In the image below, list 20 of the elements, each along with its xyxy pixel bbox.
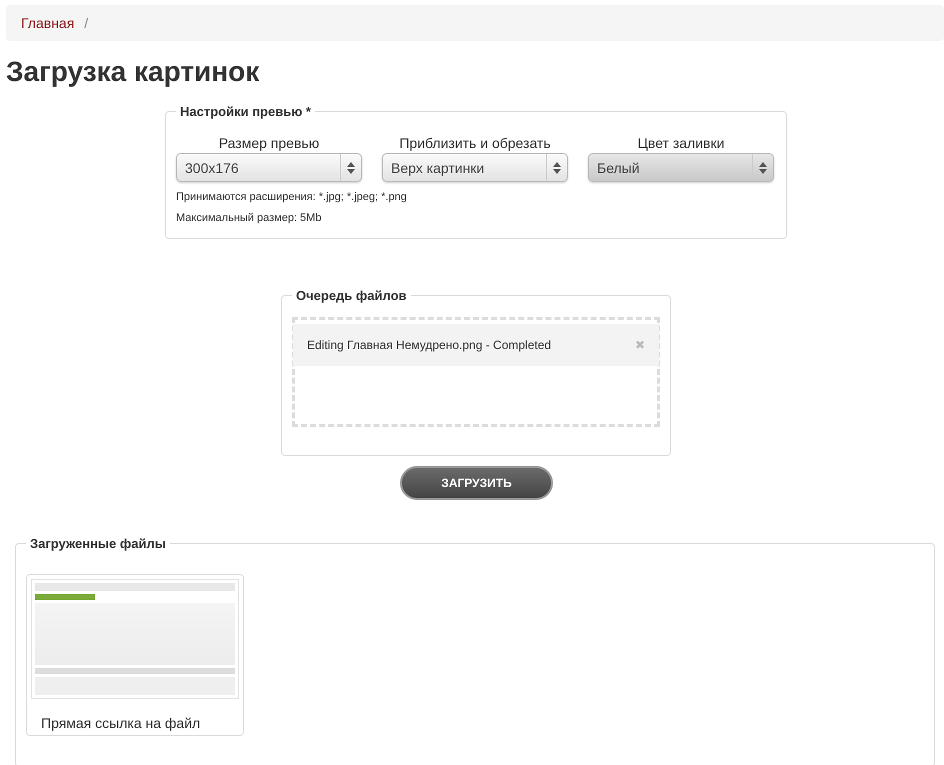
breadcrumb-separator: / bbox=[84, 15, 88, 31]
file-status-text: Editing Главная Немудрено.png - Completed bbox=[307, 338, 552, 352]
up-down-arrows-icon bbox=[553, 162, 561, 174]
up-down-arrows-icon bbox=[759, 162, 767, 174]
drop-zone[interactable]: Editing Главная Немудрено.png - Completed ✖ bbox=[292, 317, 660, 427]
info-text: Максимальный размер: 5Mb bbox=[176, 212, 322, 224]
panel-legend: Загруженные файлы bbox=[26, 536, 170, 551]
dropdown-select[interactable]: 300x176 bbox=[176, 153, 362, 182]
select-label: Размер превью bbox=[218, 135, 320, 151]
panel-legend: Очередь файлов bbox=[292, 288, 411, 303]
dropdown-select[interactable]: Верх картинки bbox=[382, 153, 568, 182]
select-label: Приблизить и обрезать bbox=[399, 135, 551, 151]
upload-button[interactable]: ЗАГРУЗИТЬ bbox=[400, 466, 553, 500]
page-title: Загрузка картинок bbox=[6, 56, 260, 88]
panel-legend: Настройки превью * bbox=[176, 104, 315, 119]
info-text: Принимаются расширения: *.jpg; *.jpeg; *.png bbox=[176, 191, 408, 203]
up-down-arrows-icon bbox=[347, 162, 355, 174]
select-label: Цвет заливки bbox=[638, 135, 724, 151]
file-link[interactable]: Прямая ссылка на файл bbox=[41, 715, 239, 731]
breadcrumb-link[interactable]: Главная bbox=[21, 15, 74, 31]
